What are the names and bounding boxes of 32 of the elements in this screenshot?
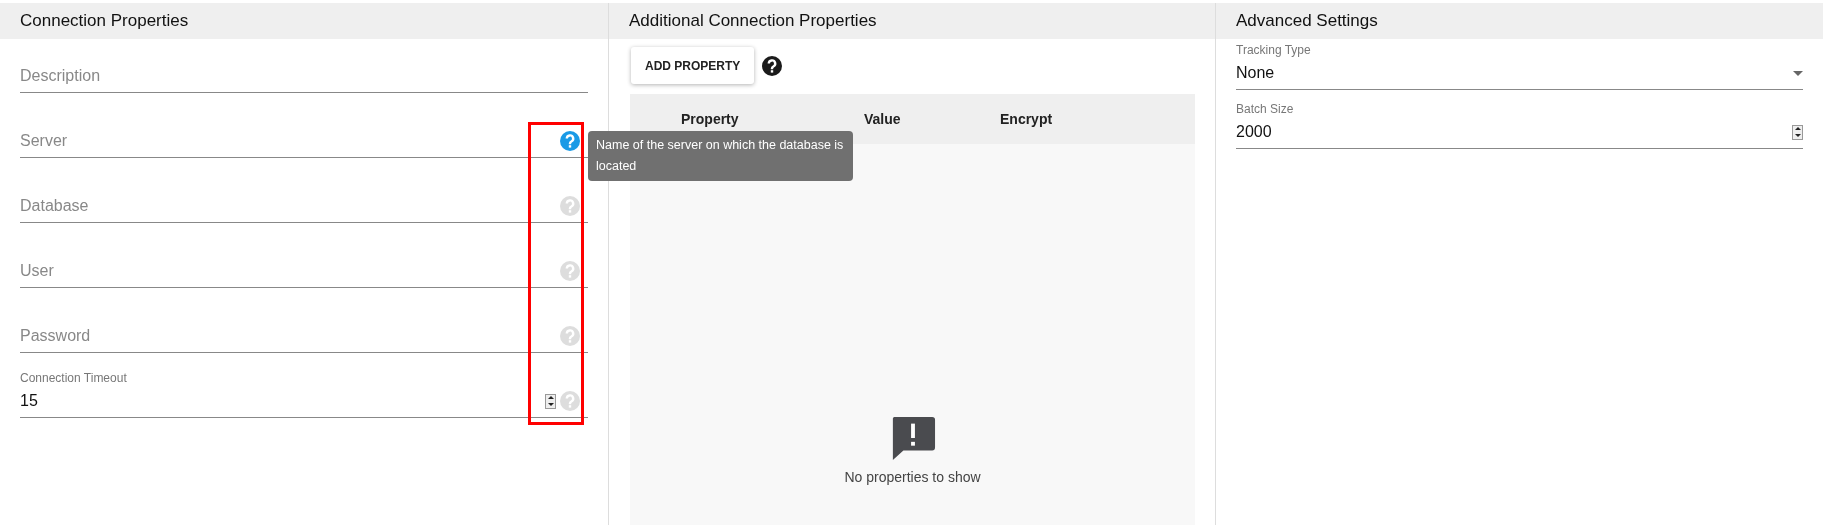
spinner-icon[interactable] [1792,124,1803,140]
field-value: 2000 [1236,123,1273,141]
placeholder-text: Description [20,67,102,85]
input-field[interactable]: Description [20,39,588,93]
empty-message: No properties to show [844,469,981,485]
section-title: Connection Properties [20,11,189,31]
field-label: Connection Timeout [20,371,128,385]
field-label: Batch Size [1236,102,1295,116]
input-field[interactable]: Batch Size 2000 [1236,98,1803,149]
column-header: Property [681,111,740,127]
column-header: Encrypt [1000,111,1053,127]
placeholder-text: Server [20,132,69,150]
input-field[interactable]: Connection Timeout 15 [20,364,588,418]
dropdown-caret-icon [1793,70,1803,76]
field-label: Tracking Type [1236,43,1312,57]
section-title: Additional Connection Properties [629,11,877,31]
placeholder-text: Password [20,327,92,345]
input-field[interactable]: Server [20,104,588,158]
tooltip: Name of the server on which the database is located [588,131,853,181]
input-field[interactable]: User [20,234,588,288]
column-header: Value [864,111,902,127]
placeholder-text: Database [20,197,90,215]
input-field[interactable]: Password [20,299,588,353]
field-value: None [1236,64,1276,82]
add-property-button[interactable]: ADD PROPERTY [631,47,755,84]
spinner-icon[interactable] [545,393,556,409]
help-icon[interactable] [762,55,783,76]
input-field[interactable]: Database [20,169,588,223]
section-title: Advanced Settings [1236,11,1378,31]
dropdown-field[interactable]: Tracking Type None [1236,39,1803,90]
placeholder-text: User [20,262,55,280]
field-value: 15 [20,392,39,410]
